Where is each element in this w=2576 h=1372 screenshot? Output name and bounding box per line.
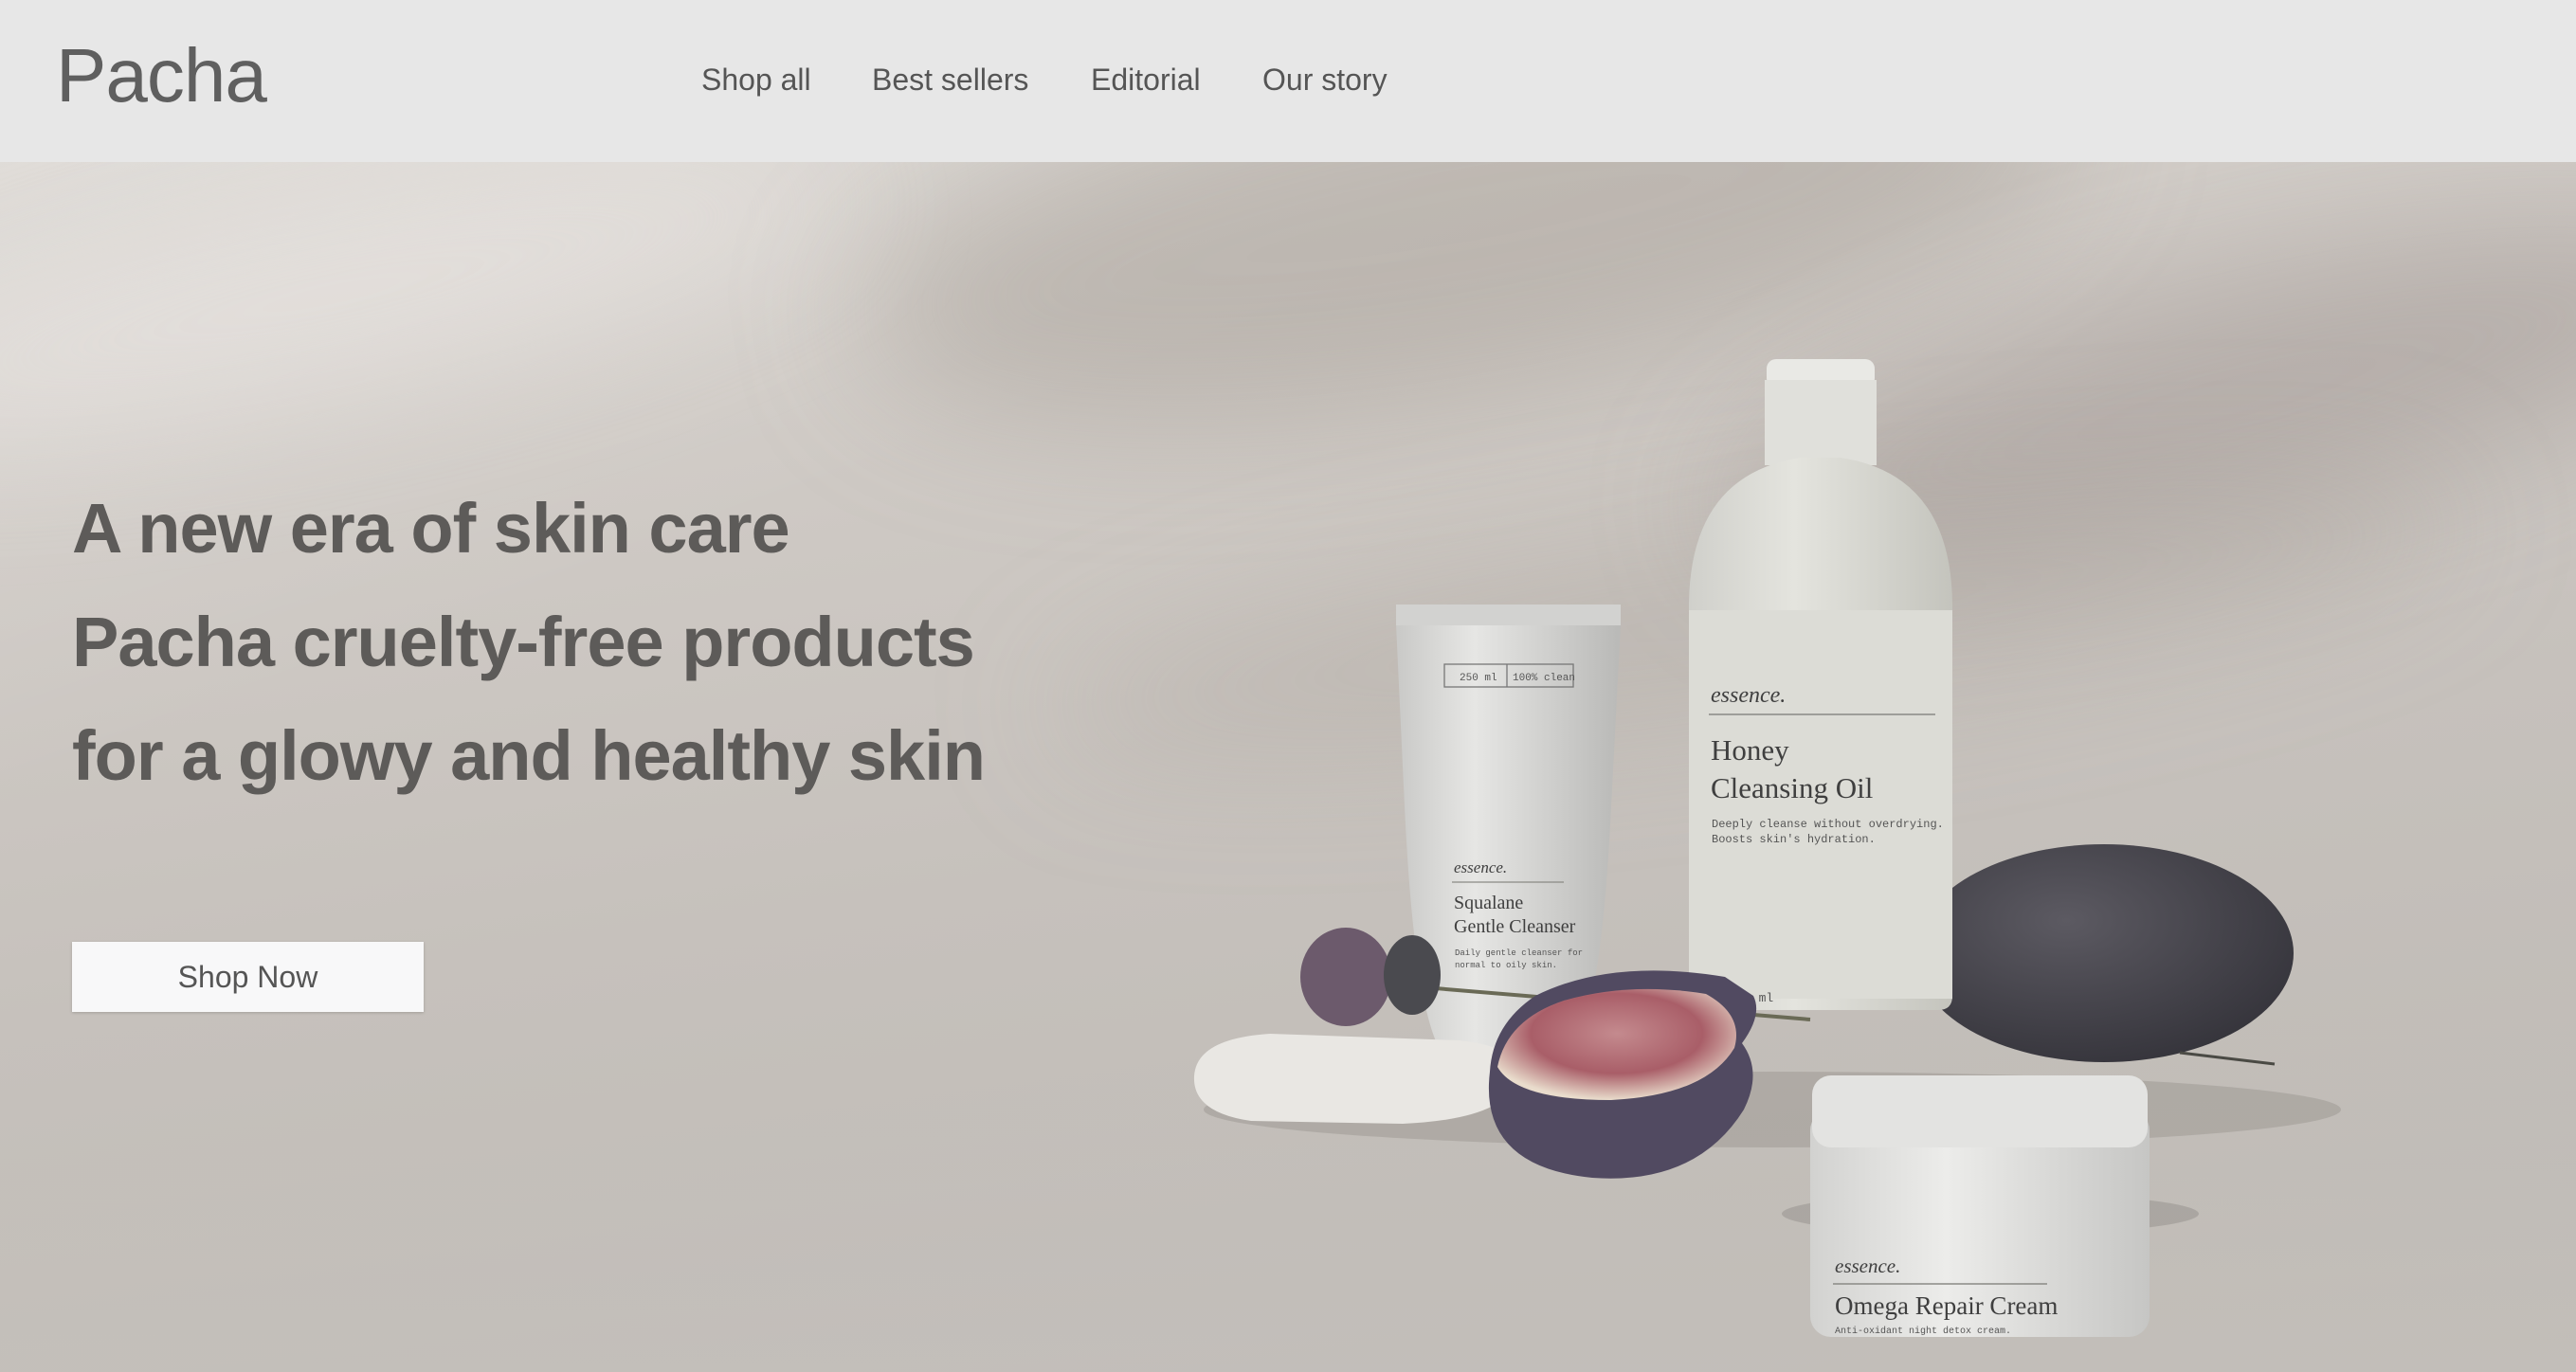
headline-line-2: Pacha cruelty-free products [72,603,975,681]
nav-link-best-sellers[interactable]: Best sellers [872,59,1028,100]
jar-desc: Anti-oxidant night detox cream. [1835,1326,2011,1337]
nav-link-shop-all[interactable]: Shop all [701,59,811,100]
nav-link-editorial[interactable]: Editorial [1091,59,1201,100]
tube-badge-clean: 100% clean [1513,673,1575,684]
omega-repair-cream-jar: essence. Omega Repair Cream Anti-oxidant… [1810,1075,2150,1337]
bottle-name-line1: Honey [1711,733,1789,767]
fig-half [1488,970,1757,1179]
dark-stone [1914,844,2294,1062]
tube-name-line2: Gentle Cleanser [1454,916,1576,937]
shop-now-button[interactable]: Shop Now [72,942,424,1012]
tube-brand: essence. [1454,858,1507,876]
page: Pacha Shop all Best sellers Editorial Ou… [0,0,2576,1372]
bottle-brand: essence. [1711,683,1786,708]
tube-name-line1: Squalane [1454,893,1523,913]
hero-headline: A new era of skin care Pacha cruelty-fre… [72,472,1209,813]
white-stone [1193,1034,1518,1124]
bottle-desc-line2: Boosts skin's hydration. [1712,833,1876,846]
tube-desc-line1: Daily gentle cleanser for [1455,948,1583,958]
hero-section: essence. Honey Cleansing Oil Deeply clea… [0,162,2576,1372]
honey-cleansing-oil-bottle: essence. Honey Cleansing Oil Deeply clea… [1689,359,1952,1010]
stone-stem [2179,1051,2276,1066]
bottle-desc-line1: Deeply cleanse without overdrying. [1712,818,1944,831]
headline-line-3: for a glowy and healthy skin [72,716,986,795]
jar-name: Omega Repair Cream [1835,1291,2058,1320]
tube-badge-volume: 250 ml [1460,673,1497,684]
jar-brand: essence. [1835,1255,1900,1277]
headline-line-1: A new era of skin care [72,489,790,568]
nav-link-our-story[interactable]: Our story [1262,59,1388,100]
tube-desc-line2: normal to oily skin. [1455,961,1557,970]
brand-logo[interactable]: Pacha [56,28,267,123]
bottle-name-line2: Cleansing Oil [1711,771,1873,804]
site-header: Pacha Shop all Best sellers Editorial Ou… [0,0,2576,162]
